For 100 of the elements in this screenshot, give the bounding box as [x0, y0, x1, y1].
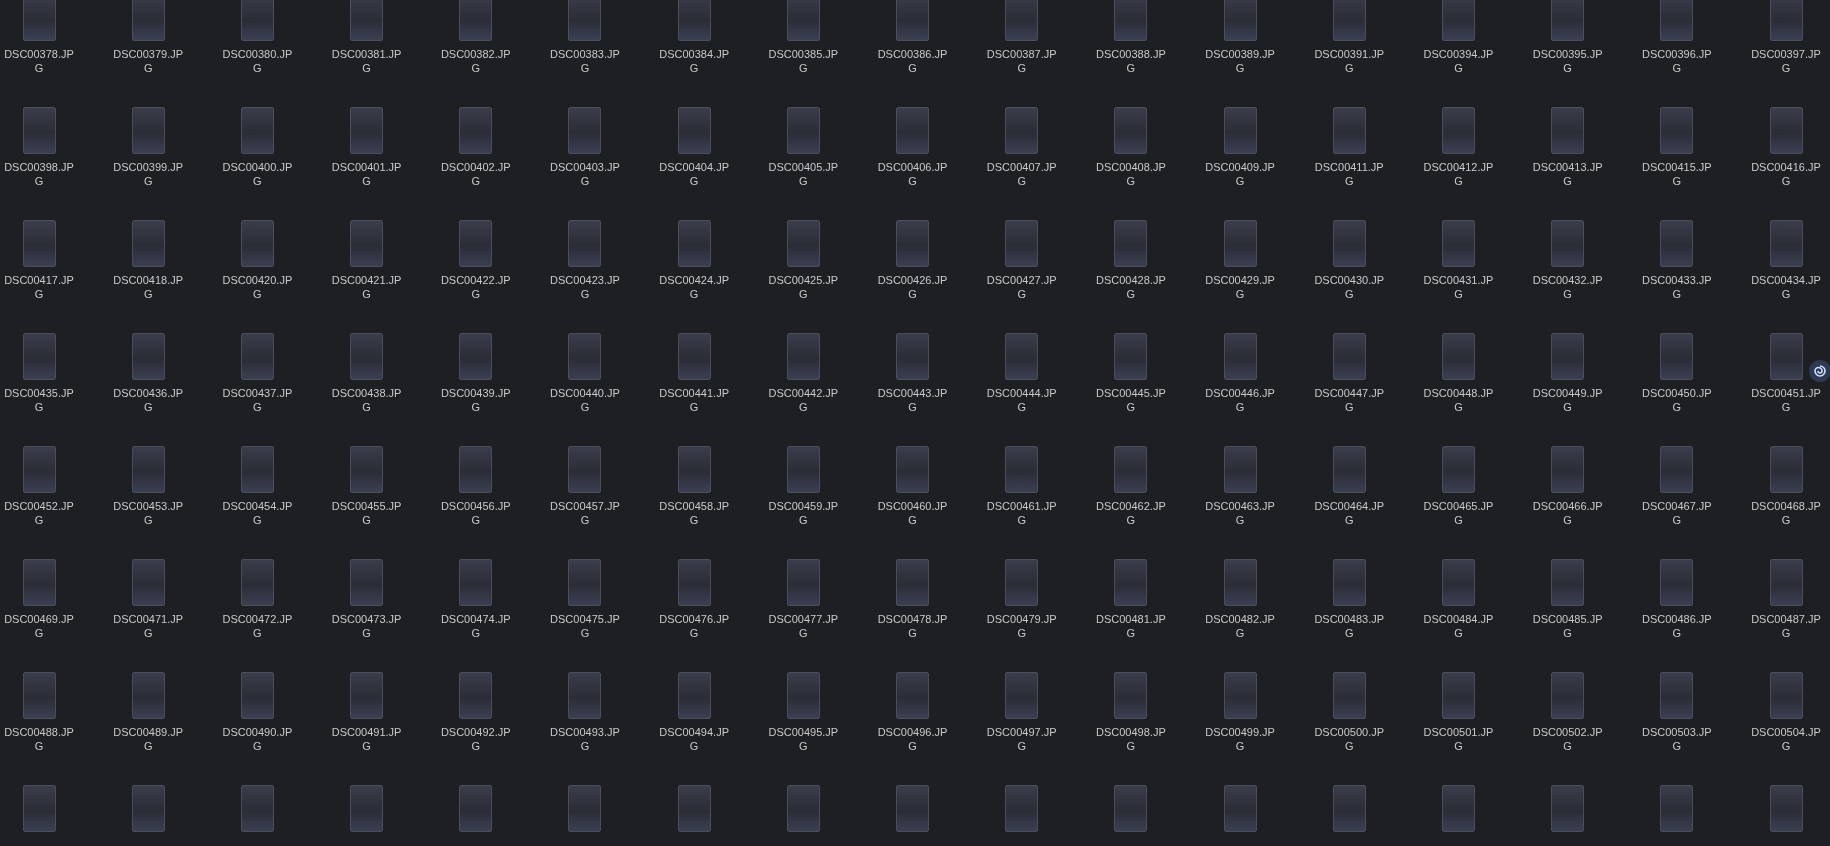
photo-placeholder[interactable] [568, 446, 602, 493]
photo-placeholder[interactable] [568, 785, 602, 832]
photo-placeholder[interactable] [1005, 672, 1039, 719]
photo-placeholder[interactable] [1551, 333, 1585, 380]
photo-placeholder[interactable] [786, 333, 820, 380]
photo-placeholder[interactable] [1223, 333, 1257, 380]
photo-placeholder[interactable] [1551, 446, 1585, 493]
photo-placeholder[interactable] [896, 107, 929, 154]
photo-placeholder[interactable] [1769, 559, 1803, 606]
photo-placeholder[interactable] [1660, 0, 1694, 41]
photo-placeholder[interactable] [677, 672, 711, 719]
photo-placeholder[interactable] [568, 333, 602, 380]
photo-placeholder[interactable] [22, 785, 56, 832]
photo-placeholder[interactable] [459, 333, 493, 380]
photo-placeholder[interactable] [1660, 559, 1694, 606]
photo-placeholder[interactable] [131, 446, 165, 493]
photo-placeholder[interactable] [1769, 672, 1803, 719]
photo-placeholder[interactable] [240, 672, 274, 719]
photo-placeholder[interactable] [1005, 559, 1039, 606]
photo-placeholder[interactable] [1551, 107, 1585, 154]
photo-placeholder[interactable] [1551, 220, 1585, 267]
photo-placeholder[interactable] [131, 785, 165, 832]
photo-placeholder[interactable] [677, 333, 711, 380]
photo-placeholder[interactable] [1441, 559, 1475, 606]
photo-placeholder[interactable] [459, 785, 493, 832]
photo-placeholder[interactable] [1114, 672, 1148, 719]
photo-placeholder[interactable] [1223, 559, 1257, 606]
swirl-icon[interactable] [1809, 360, 1830, 382]
photo-placeholder[interactable] [568, 559, 602, 606]
photo-placeholder[interactable] [240, 107, 274, 154]
photo-placeholder[interactable] [1223, 0, 1257, 41]
photo-placeholder[interactable] [1114, 220, 1148, 267]
photo-placeholder[interactable] [786, 559, 820, 606]
photo-placeholder[interactable] [1332, 446, 1366, 493]
photo-placeholder[interactable] [1332, 0, 1366, 41]
photo-placeholder[interactable] [1332, 333, 1366, 380]
photo-placeholder[interactable] [22, 672, 56, 719]
photo-placeholder[interactable] [240, 446, 274, 493]
photo-placeholder[interactable] [1660, 333, 1694, 380]
photo-placeholder[interactable] [1441, 333, 1475, 380]
photo-placeholder[interactable] [131, 672, 165, 719]
photo-placeholder[interactable] [1223, 107, 1257, 154]
photo-placeholder[interactable] [1441, 220, 1475, 267]
photo-placeholder[interactable] [459, 446, 493, 493]
photo-placeholder[interactable] [350, 785, 384, 832]
photo-placeholder[interactable] [350, 559, 384, 606]
photo-placeholder[interactable] [22, 107, 56, 154]
photo-placeholder[interactable] [1223, 446, 1257, 493]
photo-placeholder[interactable] [677, 559, 711, 606]
photo-placeholder[interactable] [1769, 785, 1803, 832]
photo-placeholder[interactable] [677, 785, 711, 832]
photo-placeholder[interactable] [568, 672, 602, 719]
photo-placeholder[interactable] [1005, 333, 1039, 380]
photo-placeholder[interactable] [786, 220, 820, 267]
photo-placeholder[interactable] [896, 0, 929, 41]
photo-placeholder[interactable] [1551, 672, 1585, 719]
photo-placeholder[interactable] [131, 107, 165, 154]
photo-placeholder[interactable] [786, 107, 820, 154]
photo-placeholder[interactable] [1223, 220, 1257, 267]
photo-placeholder[interactable] [1114, 0, 1148, 41]
photo-placeholder[interactable] [240, 785, 274, 832]
photo-placeholder[interactable] [786, 0, 820, 41]
photo-placeholder[interactable] [1332, 672, 1366, 719]
photo-placeholder[interactable] [459, 107, 493, 154]
photo-placeholder[interactable] [1005, 0, 1039, 41]
photo-placeholder[interactable] [1769, 220, 1803, 267]
photo-placeholder[interactable] [459, 0, 493, 41]
photo-placeholder[interactable] [1114, 333, 1148, 380]
photo-placeholder[interactable] [350, 107, 384, 154]
photo-placeholder[interactable] [240, 333, 274, 380]
photo-placeholder[interactable] [1441, 785, 1475, 832]
photo-placeholder[interactable] [1769, 333, 1803, 380]
photo-placeholder[interactable] [350, 0, 384, 41]
photo-placeholder[interactable] [131, 559, 165, 606]
photo-placeholder[interactable] [1551, 559, 1585, 606]
photo-placeholder[interactable] [786, 785, 820, 832]
photo-placeholder[interactable] [1441, 446, 1475, 493]
photo-placeholder[interactable] [1005, 785, 1039, 832]
photo-placeholder[interactable] [1660, 672, 1694, 719]
photo-placeholder[interactable] [1769, 446, 1803, 493]
photo-placeholder[interactable] [22, 220, 56, 267]
photo-placeholder[interactable] [22, 446, 56, 493]
photo-placeholder[interactable] [350, 446, 384, 493]
photo-placeholder[interactable] [1332, 220, 1366, 267]
photo-placeholder[interactable] [786, 672, 820, 719]
photo-placeholder[interactable] [896, 220, 929, 267]
photo-placeholder[interactable] [1223, 785, 1257, 832]
photo-placeholder[interactable] [896, 333, 929, 380]
photo-placeholder[interactable] [677, 446, 711, 493]
photo-placeholder[interactable] [1005, 107, 1039, 154]
photo-placeholder[interactable] [459, 559, 493, 606]
photo-placeholder[interactable] [677, 0, 711, 41]
photo-placeholder[interactable] [240, 0, 274, 41]
photo-placeholder[interactable] [131, 0, 165, 41]
photo-placeholder[interactable] [1114, 559, 1148, 606]
photo-placeholder[interactable] [1005, 220, 1039, 267]
photo-placeholder[interactable] [1660, 785, 1694, 832]
photo-placeholder[interactable] [22, 0, 56, 41]
photo-placeholder[interactable] [1769, 0, 1803, 41]
photo-placeholder[interactable] [1332, 559, 1366, 606]
